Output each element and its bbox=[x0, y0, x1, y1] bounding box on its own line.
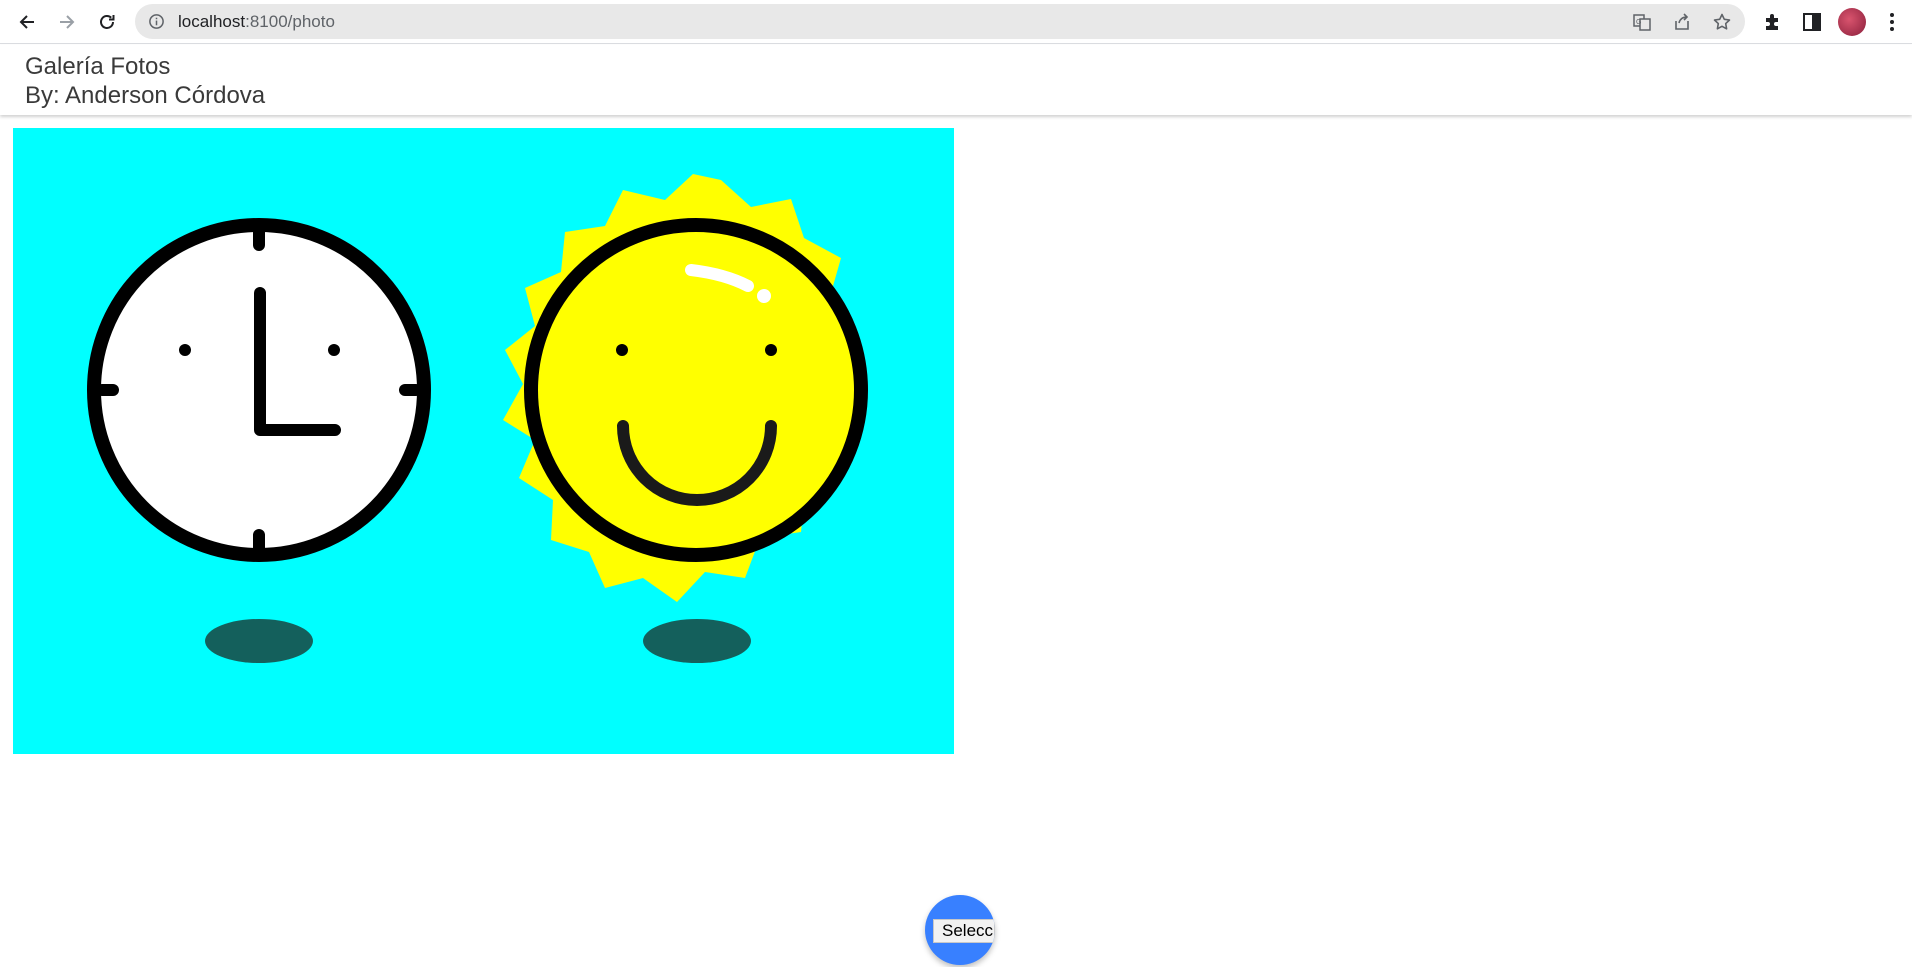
select-photo-fab[interactable]: Selecci bbox=[925, 895, 995, 965]
clock-icon bbox=[87, 218, 431, 562]
svg-text:G: G bbox=[1636, 19, 1641, 26]
kebab-menu-icon[interactable] bbox=[1881, 11, 1903, 33]
profile-avatar[interactable] bbox=[1838, 8, 1866, 36]
reload-button[interactable] bbox=[91, 6, 123, 38]
page-title: Galería Fotos bbox=[25, 53, 171, 80]
url-text[interactable]: localhost:8100/photo bbox=[178, 13, 335, 31]
clock-shadow bbox=[205, 619, 313, 663]
info-icon[interactable] bbox=[148, 13, 165, 30]
browser-toolbar: localhost:8100/photo G bbox=[0, 0, 1912, 44]
address-bar[interactable]: localhost:8100/photo G bbox=[135, 4, 1745, 39]
photo-illustration bbox=[87, 174, 868, 663]
url-path: :8100/photo bbox=[245, 12, 335, 31]
forward-button[interactable] bbox=[51, 6, 83, 38]
translate-icon[interactable]: G bbox=[1632, 12, 1652, 32]
fab-select-label[interactable]: Selecci bbox=[933, 919, 995, 943]
forward-arrow-icon bbox=[60, 15, 75, 29]
reload-icon bbox=[100, 15, 115, 29]
back-button[interactable] bbox=[11, 6, 43, 38]
sun-shadow bbox=[643, 619, 751, 663]
back-arrow-icon bbox=[19, 15, 34, 29]
extensions-puzzle-icon[interactable] bbox=[1762, 11, 1784, 33]
side-panel-icon[interactable] bbox=[1801, 11, 1823, 33]
bookmark-star-icon[interactable] bbox=[1712, 12, 1732, 32]
share-icon[interactable] bbox=[1672, 12, 1692, 32]
app-header: Galería Fotos By: Anderson Córdova bbox=[0, 45, 1912, 115]
page-subtitle: By: Anderson Córdova bbox=[25, 82, 266, 109]
gallery-photo bbox=[13, 128, 954, 754]
smiling-sun-icon bbox=[503, 174, 868, 602]
url-host: localhost bbox=[178, 12, 246, 31]
